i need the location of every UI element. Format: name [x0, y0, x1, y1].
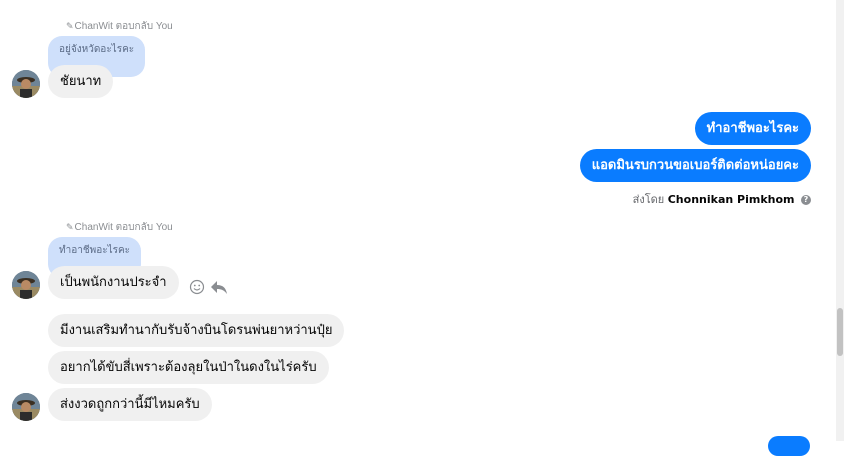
message-bubble[interactable]: เป็นพนักงานประจำ: [48, 266, 179, 299]
sender-name[interactable]: Chonnikan Pimkhom: [668, 193, 795, 206]
reply-label: ✎ChanWit ตอบกลับ You: [66, 21, 173, 32]
smiley-icon[interactable]: [189, 279, 205, 299]
scrollbar-track[interactable]: [836, 0, 844, 441]
reply-arrow-icon[interactable]: [210, 279, 228, 299]
reply-label: ✎ChanWit ตอบกลับ You: [66, 222, 173, 233]
scrollbar-thumb[interactable]: [837, 308, 843, 356]
message-bubble[interactable]: ส่งงวดถูกกว่านี้มีไหมครับ: [48, 388, 212, 421]
message-bubble[interactable]: ชัยนาท: [48, 65, 114, 98]
pencil-icon: ✎: [66, 21, 74, 31]
message-bubble[interactable]: มีงานเสริมทำนากับรับจ้างบินโดรนพ่นยาหว่า…: [48, 314, 345, 347]
pencil-icon: ✎: [66, 222, 74, 232]
message-bubble-outgoing[interactable]: แอดมินรบกวนขอเบอร์ติดต่อหน่อยคะ: [579, 149, 811, 182]
message-bubble-outgoing[interactable]: ทำอาชีพอะไรคะ: [694, 112, 811, 145]
avatar[interactable]: [12, 271, 40, 299]
sent-by-label: ส่งโดย Chonnikan Pimkhom ?: [633, 190, 811, 208]
message-bubble-outgoing-partial[interactable]: [768, 436, 810, 456]
message-bubble[interactable]: อยากได้ขับสี่เพราะต้องลุยในป่าในดงในไร่ค…: [48, 351, 329, 384]
sent-by-prefix: ส่งโดย: [632, 193, 665, 206]
avatar[interactable]: [12, 70, 40, 98]
avatar[interactable]: [12, 393, 40, 421]
question-circle-icon[interactable]: ?: [801, 195, 811, 205]
